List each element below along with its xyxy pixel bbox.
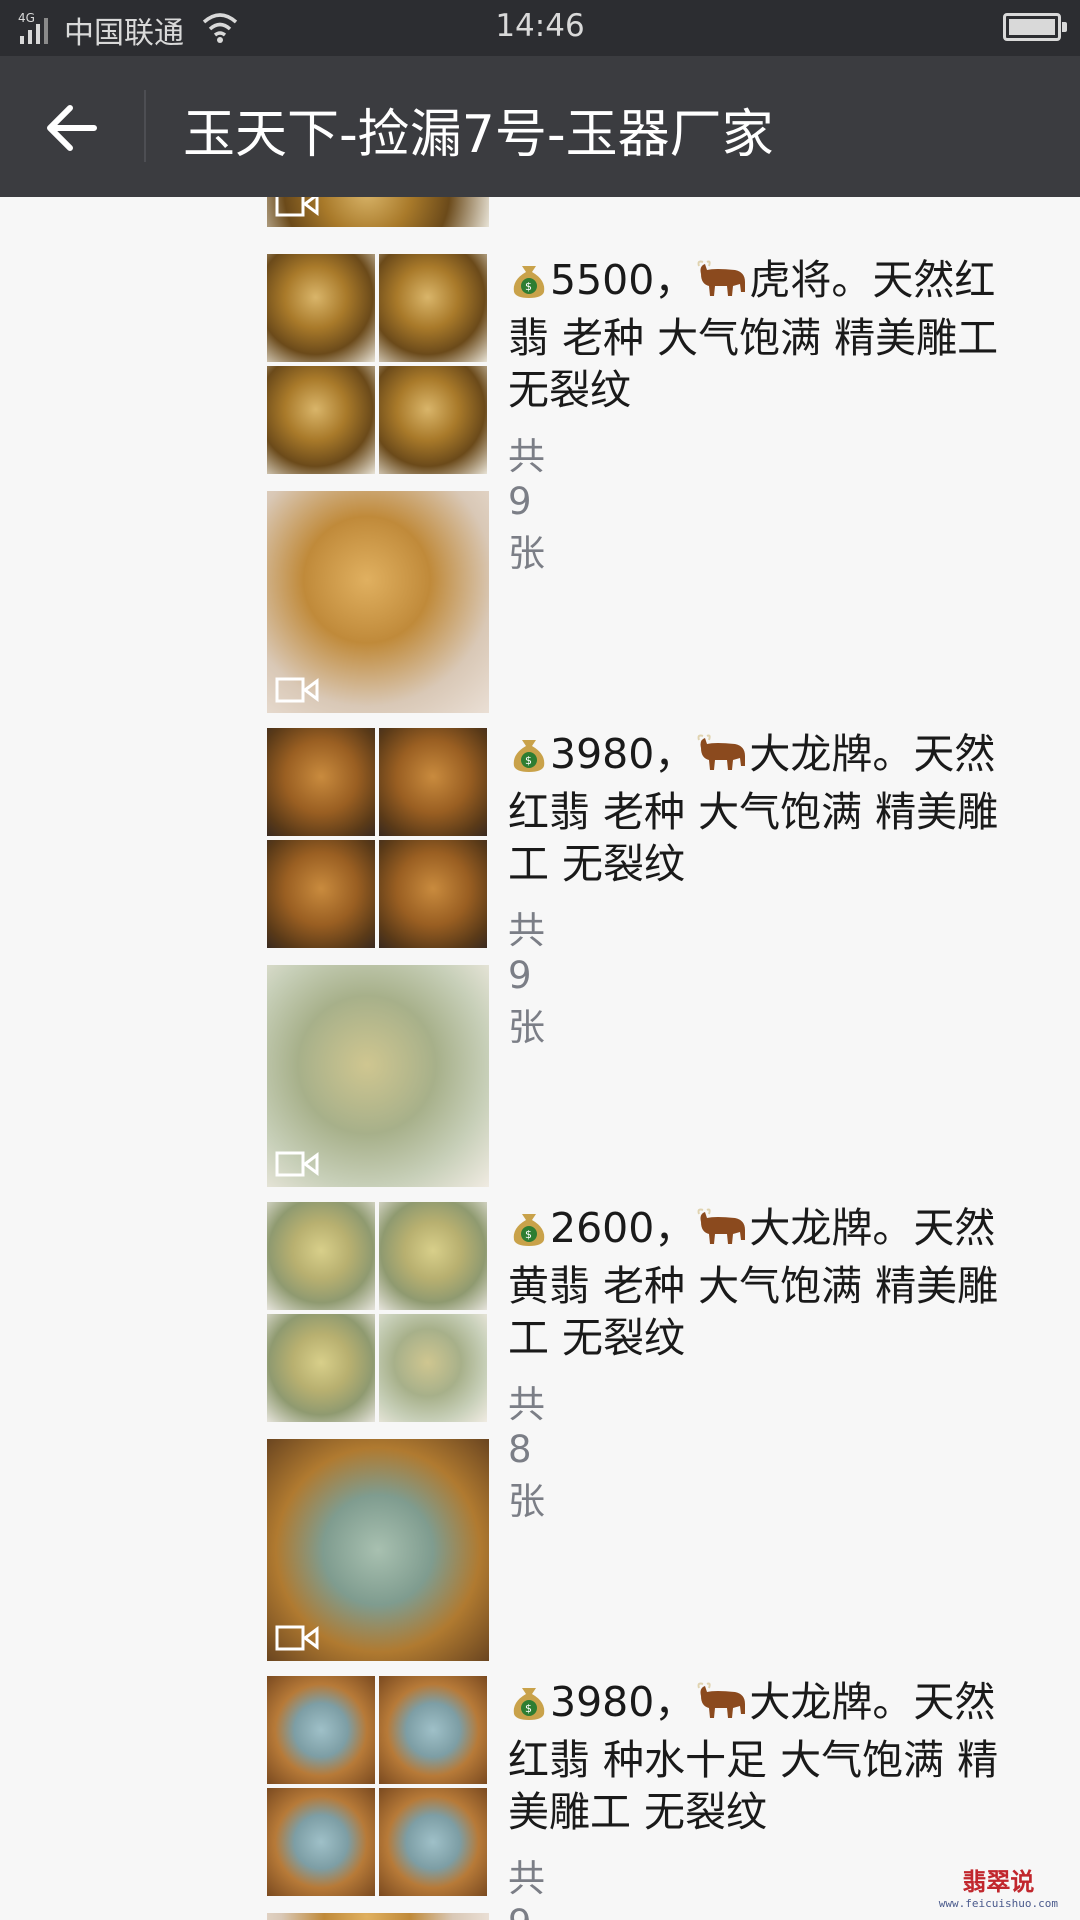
photo-count: 共9张 (508, 1857, 545, 1920)
video-thumbnail[interactable] (267, 197, 489, 227)
clock: 14:46 (495, 8, 585, 44)
photo-thumbnail[interactable] (267, 1314, 375, 1422)
photo-thumbnail[interactable] (267, 1788, 375, 1896)
nav-bar: 玉天下-捡漏7号-玉器厂家 (0, 56, 1080, 197)
photo-count: 共9张 (508, 435, 545, 575)
ox-icon (695, 732, 749, 786)
photo-grid[interactable] (267, 1676, 489, 1898)
back-arrow-icon[interactable] (42, 98, 102, 158)
money-bag-icon: $ (508, 1206, 550, 1260)
photo-thumbnail[interactable] (267, 840, 375, 948)
post-caption: $5500， 虎将。天然红翡 老种 大气饱满 精美雕工 无裂纹 (508, 254, 1028, 416)
watermark-url: www.feicuishuo.com (938, 1897, 1058, 1910)
photo-thumbnail[interactable] (267, 254, 375, 362)
video-icon (275, 1151, 319, 1177)
video-icon (275, 677, 319, 703)
nav-divider (144, 90, 146, 162)
post-caption: $3980， 大龙牌。天然红翡 老种 大气饱满 精美雕工 无裂纹 (508, 728, 1028, 890)
album-feed[interactable]: $5500， 虎将。天然红翡 老种 大气饱满 精美雕工 无裂纹 共9张 $3980… (0, 197, 1080, 1920)
photo-count: 共9张 (508, 909, 545, 1049)
page-title: 玉天下-捡漏7号-玉器厂家 (183, 105, 774, 165)
video-thumbnail[interactable] (267, 1439, 489, 1661)
svg-text:$: $ (525, 1228, 532, 1241)
photo-thumbnail[interactable] (379, 254, 487, 362)
price: 3980， (550, 730, 696, 778)
money-bag-icon: $ (508, 1680, 550, 1734)
svg-text:$: $ (525, 754, 532, 767)
price: 2600， (550, 1204, 696, 1252)
post-caption: $2600， 大龙牌。天然黄翡 老种 大气饱满 精美雕工 无裂纹 (508, 1202, 1028, 1364)
photo-grid[interactable] (267, 254, 489, 476)
photo-thumbnail[interactable] (379, 840, 487, 948)
photo-grid[interactable] (267, 1202, 489, 1424)
photo-thumbnail[interactable] (379, 1788, 487, 1896)
svg-text:$: $ (525, 280, 532, 293)
video-thumbnail[interactable] (267, 491, 489, 713)
post-caption: $3980， 大龙牌。天然红翡 种水十足 大气饱满 精美雕工 无裂纹 (508, 1676, 1028, 1838)
photo-thumbnail[interactable] (267, 728, 375, 836)
video-icon (275, 197, 319, 217)
price: 3980， (550, 1678, 696, 1726)
photo-count: 共8张 (508, 1383, 545, 1523)
photo-thumbnail[interactable] (379, 728, 487, 836)
photo-thumbnail[interactable] (379, 1202, 487, 1310)
ox-icon (695, 1680, 749, 1734)
photo-thumbnail[interactable] (379, 366, 487, 474)
svg-text:$: $ (525, 1702, 532, 1715)
watermark-title: 翡翠说 (962, 1870, 1035, 1896)
status-bar: 4G 中国联通 14:46 (0, 0, 1080, 56)
battery-icon (1003, 13, 1067, 41)
video-thumbnail[interactable] (267, 965, 489, 1187)
photo-thumbnail[interactable] (267, 1202, 375, 1310)
video-thumbnail[interactable] (267, 1913, 489, 1920)
photo-grid[interactable] (267, 728, 489, 950)
ox-icon (695, 258, 749, 312)
video-icon (275, 1625, 319, 1651)
photo-thumbnail[interactable] (267, 366, 375, 474)
money-bag-icon: $ (508, 258, 550, 312)
photo-thumbnail[interactable] (379, 1676, 487, 1784)
money-bag-icon: $ (508, 732, 550, 786)
watermark: 翡翠说 www.feicuishuo.com (939, 1862, 1058, 1910)
ox-icon (695, 1206, 749, 1260)
photo-thumbnail[interactable] (267, 1676, 375, 1784)
photo-thumbnail[interactable] (379, 1314, 487, 1422)
price: 5500， (550, 256, 696, 304)
